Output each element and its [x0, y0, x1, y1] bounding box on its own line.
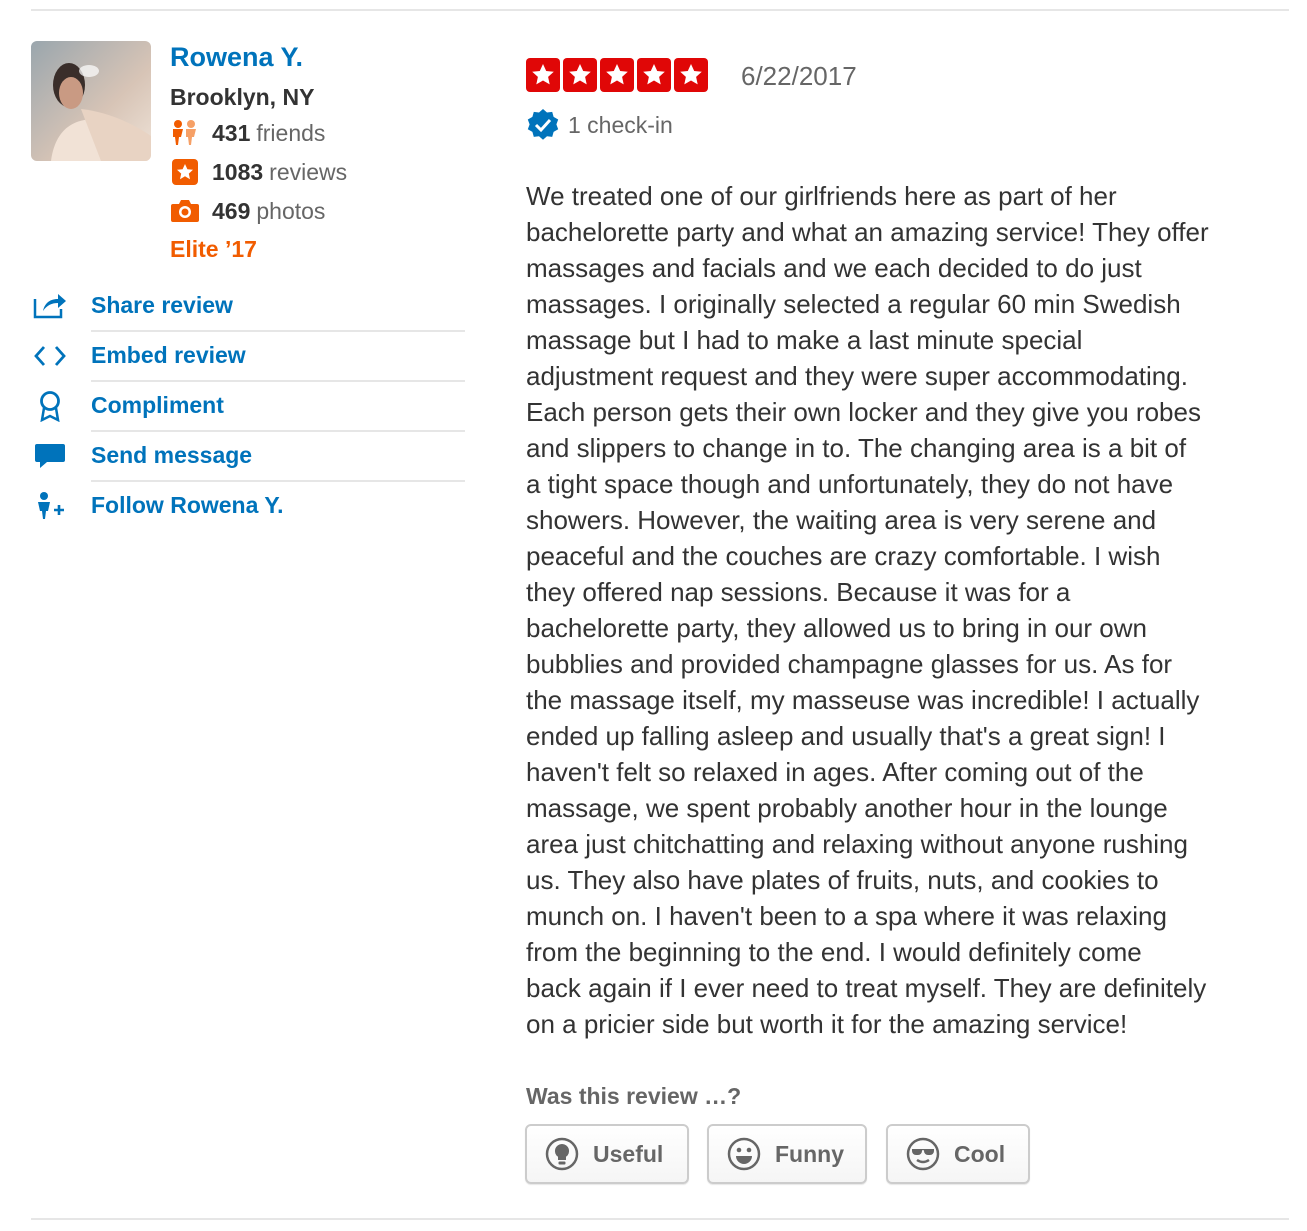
- avatar[interactable]: [31, 41, 151, 161]
- friends-icon: [170, 118, 200, 148]
- photos-count: 469: [212, 197, 251, 224]
- review-date: 6/22/2017: [741, 61, 857, 91]
- useful-button[interactable]: Useful: [525, 1124, 689, 1184]
- star-icon: [563, 58, 597, 92]
- friends-count: 431: [212, 119, 251, 146]
- review-actions: Share review Embed review Compliment Sen…: [31, 282, 465, 532]
- bottom-divider: [31, 1218, 1289, 1220]
- star-icon: [637, 58, 671, 92]
- follow-user-icon: [31, 482, 69, 530]
- follow-user-link[interactable]: Follow Rowena Y.: [31, 482, 465, 532]
- user-name-link[interactable]: Rowena Y.: [170, 42, 303, 73]
- camera-icon: [170, 196, 200, 226]
- send-message-link[interactable]: Send message: [31, 432, 465, 482]
- reviews-count: 1083: [212, 158, 264, 185]
- star-badge-icon: [170, 157, 200, 187]
- star-icon: [526, 58, 560, 92]
- share-icon: [31, 282, 69, 330]
- friends-label: friends: [256, 119, 326, 146]
- lightbulb-icon: [545, 1137, 579, 1171]
- checkin-count: 1 check-in: [568, 111, 673, 138]
- user-location: Brooklyn, NY: [170, 84, 315, 110]
- funny-button[interactable]: Funny: [707, 1124, 867, 1184]
- verified-checkin-icon: [526, 107, 560, 143]
- review-body: We treated one of our girlfriends here a…: [526, 181, 1209, 1039]
- embed-code-icon: [31, 332, 69, 380]
- top-divider: [31, 9, 1289, 11]
- vote-question: Was this review …?: [526, 1083, 742, 1109]
- compliment-ribbon-icon: [31, 382, 69, 430]
- star-rating: [526, 58, 711, 92]
- friends-stat: 431 friends: [170, 118, 325, 148]
- checkin-info: 1 check-in: [526, 107, 673, 143]
- compliment-link[interactable]: Compliment: [31, 382, 465, 432]
- star-icon: [600, 58, 634, 92]
- star-icon: [674, 58, 708, 92]
- reviews-label: reviews: [269, 158, 348, 185]
- elite-badge[interactable]: Elite ’17: [170, 236, 257, 263]
- speech-bubble-icon: [31, 432, 69, 480]
- share-review-link[interactable]: Share review: [31, 282, 465, 332]
- reviews-stat: 1083 reviews: [170, 157, 347, 187]
- smiley-icon: [727, 1137, 761, 1171]
- cool-button[interactable]: Cool: [886, 1124, 1030, 1184]
- photos-label: photos: [256, 197, 326, 224]
- embed-review-link[interactable]: Embed review: [31, 332, 465, 382]
- sunglasses-icon: [906, 1137, 940, 1171]
- photos-stat: 469 photos: [170, 196, 325, 226]
